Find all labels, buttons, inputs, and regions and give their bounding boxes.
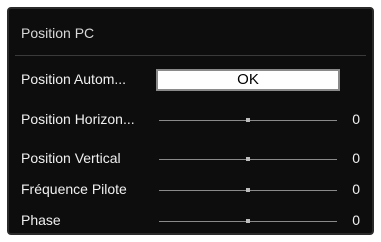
vertical-position-label: Position Vertical <box>21 150 121 166</box>
pilot-frequency-slider-thumb[interactable] <box>246 188 250 192</box>
menu-item-pilot-frequency[interactable]: Fréquence Pilote 0 <box>9 176 372 204</box>
menu-title: Position PC <box>21 25 95 41</box>
phase-label: Phase <box>21 212 61 228</box>
pilot-frequency-slider[interactable] <box>159 188 337 192</box>
menu-item-phase[interactable]: Phase 0 <box>9 207 372 235</box>
horizontal-position-slider[interactable] <box>159 118 337 122</box>
auto-position-label: Position Autom... <box>21 71 127 87</box>
pilot-frequency-value: 0 <box>352 181 360 197</box>
phase-slider-thumb[interactable] <box>246 219 250 223</box>
horizontal-position-label: Position Horizon... <box>21 111 135 127</box>
menu-item-horizontal-position[interactable]: Position Horizon... 0 <box>9 106 372 134</box>
ok-button[interactable]: OK <box>156 69 340 91</box>
title-divider <box>15 55 366 56</box>
vertical-position-value: 0 <box>352 150 360 166</box>
vertical-position-slider-thumb[interactable] <box>246 157 250 161</box>
horizontal-position-value: 0 <box>352 111 360 127</box>
pilot-frequency-label: Fréquence Pilote <box>21 181 127 197</box>
menu-item-auto-position[interactable]: Position Autom... OK <box>9 66 372 94</box>
phase-slider[interactable] <box>159 219 337 223</box>
menu-item-vertical-position[interactable]: Position Vertical 0 <box>9 145 372 173</box>
phase-value: 0 <box>352 212 360 228</box>
horizontal-position-slider-thumb[interactable] <box>246 118 250 122</box>
position-pc-menu: Position PC Position Autom... OK Positio… <box>7 7 374 235</box>
vertical-position-slider[interactable] <box>159 157 337 161</box>
